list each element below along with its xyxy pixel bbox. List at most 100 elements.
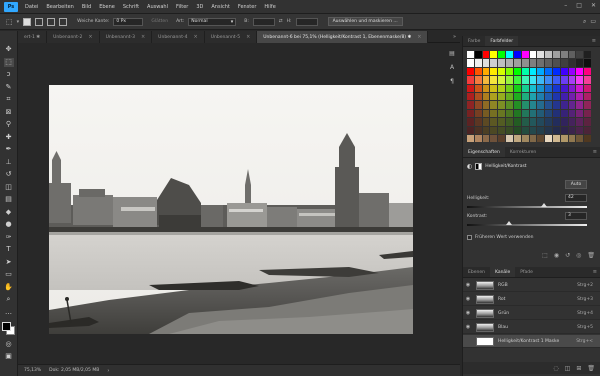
color-swatch[interactable] [498,109,506,118]
brush-icon[interactable]: ✒ [4,145,14,154]
color-swatch[interactable] [513,118,521,126]
color-swatch[interactable] [560,134,568,143]
search-icon[interactable]: ⌕ [583,18,586,26]
healing-brush-icon[interactable]: ✚ [4,133,14,142]
color-swatch[interactable] [490,101,498,109]
color-swatch[interactable] [529,92,537,101]
color-swatch[interactable] [568,101,576,109]
paragraph-panel-icon[interactable]: ¶ [446,78,458,88]
view-previous-icon[interactable]: ◉ [554,252,559,259]
new-channel-icon[interactable]: ⊞ [576,365,581,372]
color-swatch[interactable] [568,92,576,101]
color-swatch[interactable] [560,59,568,67]
swatches-grid[interactable] [467,51,591,143]
visibility-icon[interactable]: ◎ [576,252,581,259]
color-swatch[interactable] [529,76,537,84]
color-swatch[interactable] [521,109,529,118]
color-swatch[interactable] [513,109,521,118]
color-swatch[interactable] [584,76,591,84]
color-swatch[interactable] [521,118,529,126]
color-swatch[interactable] [482,126,490,134]
channel-row-rgb[interactable]: ◉ RGB Strg+2 [463,279,600,292]
frame-icon[interactable]: ⊠ [4,108,14,117]
color-swatch[interactable] [521,126,529,134]
color-swatch[interactable] [482,76,490,84]
color-swatch[interactable] [498,76,506,84]
tab-eigenschaften[interactable]: Eigenschaften [463,147,505,157]
color-swatch[interactable] [576,134,584,143]
color-swatch[interactable] [545,59,552,67]
color-swatch[interactable] [584,101,591,109]
color-swatch[interactable] [513,126,521,134]
color-swatch[interactable] [482,101,490,109]
subtract-selection-icon[interactable] [47,17,56,26]
blur-icon[interactable]: ◆ [4,208,14,217]
color-swatch[interactable] [467,51,474,59]
menu-bild[interactable]: Bild [78,4,95,10]
color-swatch[interactable] [513,134,521,143]
width-input[interactable] [252,17,275,26]
zoom-icon[interactable]: ⌕ [4,295,14,304]
color-swatches[interactable] [1,322,16,336]
color-swatch[interactable] [482,118,490,126]
color-swatch[interactable] [490,76,498,84]
color-swatch[interactable] [529,101,537,109]
color-swatch[interactable] [545,92,552,101]
color-swatch[interactable] [552,134,560,143]
color-swatch[interactable] [560,84,568,92]
color-swatch[interactable] [482,92,490,101]
color-swatch[interactable] [584,109,591,118]
color-swatch[interactable] [513,67,521,76]
color-swatch[interactable] [490,118,498,126]
workspace-icon[interactable]: ▭ [590,18,596,25]
tab-kanaele[interactable]: Kanäle [489,267,516,277]
reset-icon[interactable]: ↺ [565,252,570,259]
clone-stamp-icon[interactable]: ⊥ [4,158,14,167]
panel-menu-icon[interactable]: ≡ [593,267,600,277]
color-swatch[interactable] [521,84,529,92]
dodge-icon[interactable]: ● [4,220,14,229]
rectangle-icon[interactable]: ▭ [4,270,14,279]
color-swatch[interactable] [576,51,584,59]
color-swatch[interactable] [576,84,584,92]
menu-bearbeiten[interactable]: Bearbeiten [42,4,77,10]
color-swatch[interactable] [467,109,474,118]
color-swatch[interactable] [521,67,529,76]
type-icon[interactable]: T [4,245,14,254]
color-swatch[interactable] [529,126,537,134]
color-swatch[interactable] [521,101,529,109]
checkbox-box[interactable] [467,235,472,240]
tab-document-3[interactable]: Unbenannt-3 × [99,31,153,43]
color-swatch[interactable] [467,134,474,143]
feather-input[interactable]: 0 Px [113,17,144,26]
color-swatch[interactable] [482,67,490,76]
color-swatch[interactable] [521,59,529,67]
trash-icon[interactable]: 🗑 [587,252,595,259]
color-swatch[interactable] [537,59,545,67]
contrast-input[interactable]: 3 [565,212,587,220]
menu-hilfe[interactable]: Hilfe [260,4,279,10]
color-swatch[interactable] [474,101,482,109]
color-swatch[interactable] [513,76,521,84]
color-swatch[interactable] [545,126,552,134]
color-swatch[interactable] [474,92,482,101]
chevron-down-icon[interactable]: ▾ [17,19,20,25]
color-swatch[interactable] [506,76,513,84]
color-swatch[interactable] [545,84,552,92]
new-selection-icon[interactable] [23,17,32,26]
color-swatch[interactable] [568,118,576,126]
color-swatch[interactable] [560,76,568,84]
color-swatch[interactable] [490,92,498,101]
color-swatch[interactable] [490,51,498,59]
tab-document-2[interactable]: Unbenannt-2 × [47,31,100,43]
color-swatch[interactable] [545,109,552,118]
color-swatch[interactable] [584,67,591,76]
color-swatch[interactable] [537,92,545,101]
zoom-level[interactable]: 75,13% [24,368,41,373]
path-selection-icon[interactable]: ➤ [4,258,14,267]
eye-icon[interactable]: ◉ [463,296,473,302]
color-swatch[interactable] [568,76,576,84]
color-swatch[interactable] [506,59,513,67]
eye-icon[interactable]: ◉ [463,310,473,316]
color-swatch[interactable] [474,51,482,59]
